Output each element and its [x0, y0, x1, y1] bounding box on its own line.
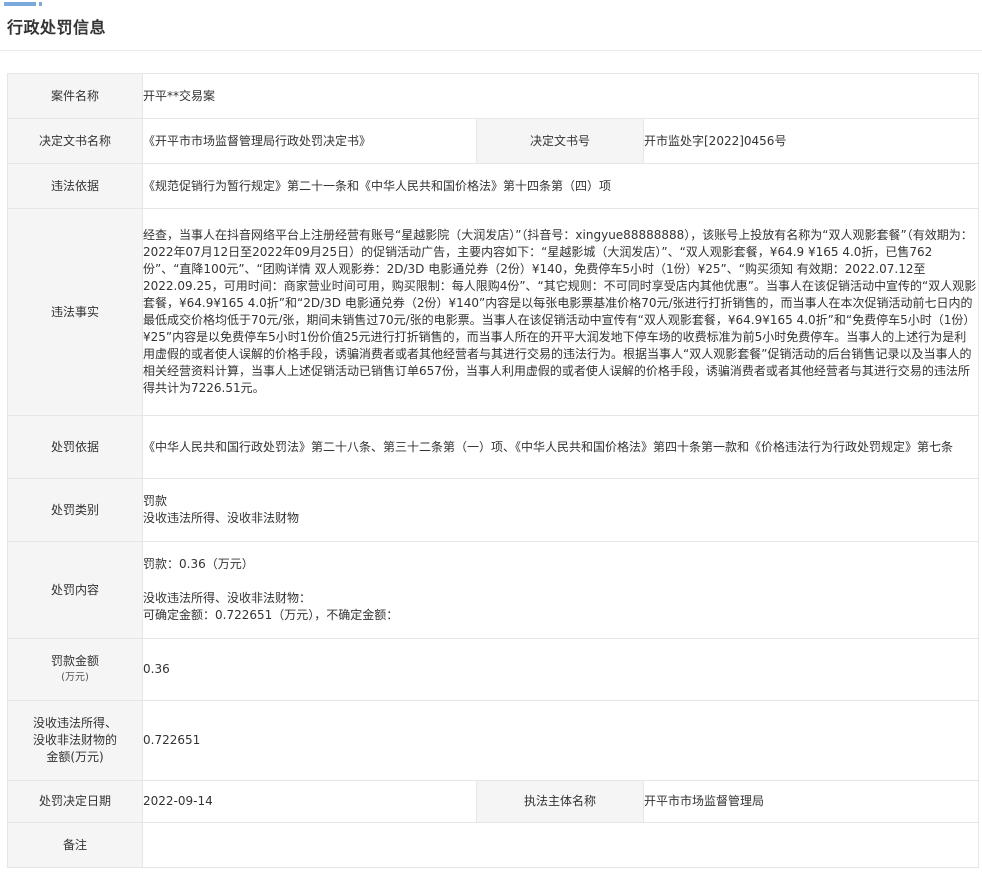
row-fine-amount: 罚款金额 (万元) 0.36	[7, 638, 980, 701]
penalty-basis-value: 《中华人民共和国行政处罚法》第二十八条、第三十二条第（一）项、《中华人民共和国价…	[141, 415, 980, 479]
fine-amount-unit: (万元)	[61, 672, 89, 683]
authority-name-label: 执法主体名称	[476, 780, 644, 823]
row-penalty-basis: 处罚依据 《中华人民共和国行政处罚法》第二十八条、第三十二条第（一）项、《中华人…	[7, 415, 980, 479]
authority-name-value: 开平市市场监督管理局	[642, 780, 980, 823]
penalty-info-table: 案件名称 开平**交易案 决定文书名称 《开平市市场监督管理局行政处罚决定书》 …	[7, 73, 980, 868]
decision-date-label: 处罚决定日期	[7, 780, 143, 823]
legal-basis-label: 违法依据	[7, 163, 143, 209]
fine-amount-label-cell: 罚款金额 (万元)	[7, 638, 143, 701]
row-case-name: 案件名称 开平**交易案	[7, 73, 980, 119]
decision-doc-number-label: 决定文书号	[476, 118, 644, 164]
decision-date-value: 2022-09-14	[142, 780, 477, 823]
penalty-type-label: 处罚类别	[7, 478, 143, 542]
row-remarks: 备注	[7, 822, 980, 868]
header-divider	[0, 50, 982, 51]
fine-amount-value: 0.36	[141, 638, 980, 701]
header-accent-dot	[39, 2, 42, 6]
row-penalty-content: 处罚内容 罚款：0.36（万元） 没收违法所得、没收非法财物： 可确定金额：0.…	[7, 541, 980, 639]
fine-amount-label: 罚款金额	[50, 654, 99, 668]
illegal-facts-label: 违法事实	[7, 208, 143, 416]
page-title: 行政处罚信息	[7, 18, 107, 37]
row-confiscation-amount: 没收违法所得、 没收非法财物的 金额(万元) 0.722651	[7, 700, 980, 781]
decision-doc-number-value: 开市监处字[2022]0456号	[642, 118, 980, 164]
penalty-content-spacer	[143, 573, 978, 590]
penalty-content-value: 罚款：0.36（万元） 没收违法所得、没收非法财物： 可确定金额：0.72265…	[141, 541, 980, 639]
penalty-type-value: 罚款 没收违法所得、没收非法财物	[141, 478, 980, 542]
row-penalty-type: 处罚类别 罚款 没收违法所得、没收非法财物	[7, 478, 980, 542]
penalty-content-amounts: 可确定金额：0.722651（万元），不确定金额：	[143, 608, 399, 622]
case-name-label: 案件名称	[7, 73, 143, 119]
penalty-content-fine: 罚款：0.36（万元）	[143, 557, 254, 571]
row-illegal-facts: 违法事实 经查，当事人在抖音网络平台上注册经营有账号“星越影院（大润发店）”（抖…	[7, 208, 980, 416]
confiscation-amount-label: 没收违法所得、 没收非法财物的 金额(万元)	[7, 700, 143, 781]
penalty-basis-label: 处罚依据	[7, 415, 143, 479]
penalty-content-label: 处罚内容	[7, 541, 143, 639]
remarks-value	[141, 822, 980, 868]
remarks-label: 备注	[7, 822, 143, 868]
penalty-type-line-1: 罚款	[143, 494, 168, 508]
penalty-content-confiscation: 没收违法所得、没收非法财物：	[143, 591, 312, 605]
legal-basis-value: 《规范促销行为暂行规定》第二十一条和《中华人民共和国价格法》第十四条第（四）项	[141, 163, 980, 209]
row-legal-basis: 违法依据 《规范促销行为暂行规定》第二十一条和《中华人民共和国价格法》第十四条第…	[7, 163, 980, 209]
confiscation-amount-value: 0.722651	[141, 700, 980, 781]
admin-penalty-page: 行政处罚信息 案件名称 开平**交易案 决定文书名称 《开平市市场监督管理局行政…	[0, 0, 982, 880]
penalty-type-line-2: 没收违法所得、没收非法财物	[143, 511, 300, 525]
section-header: 行政处罚信息	[0, 0, 982, 52]
decision-doc-name-value: 《开平市市场监督管理局行政处罚决定书》	[142, 118, 477, 164]
case-name-value: 开平**交易案	[141, 73, 980, 119]
header-accent-bar	[4, 2, 42, 6]
illegal-facts-value: 经查，当事人在抖音网络平台上注册经营有账号“星越影院（大润发店）”（抖音号：xi…	[141, 208, 980, 416]
row-decision-doc: 决定文书名称 《开平市市场监督管理局行政处罚决定书》 决定文书号 开市监处字[2…	[7, 118, 980, 164]
row-decision-date: 处罚决定日期 2022-09-14 执法主体名称 开平市市场监督管理局	[7, 780, 980, 823]
decision-doc-name-label: 决定文书名称	[7, 118, 143, 164]
